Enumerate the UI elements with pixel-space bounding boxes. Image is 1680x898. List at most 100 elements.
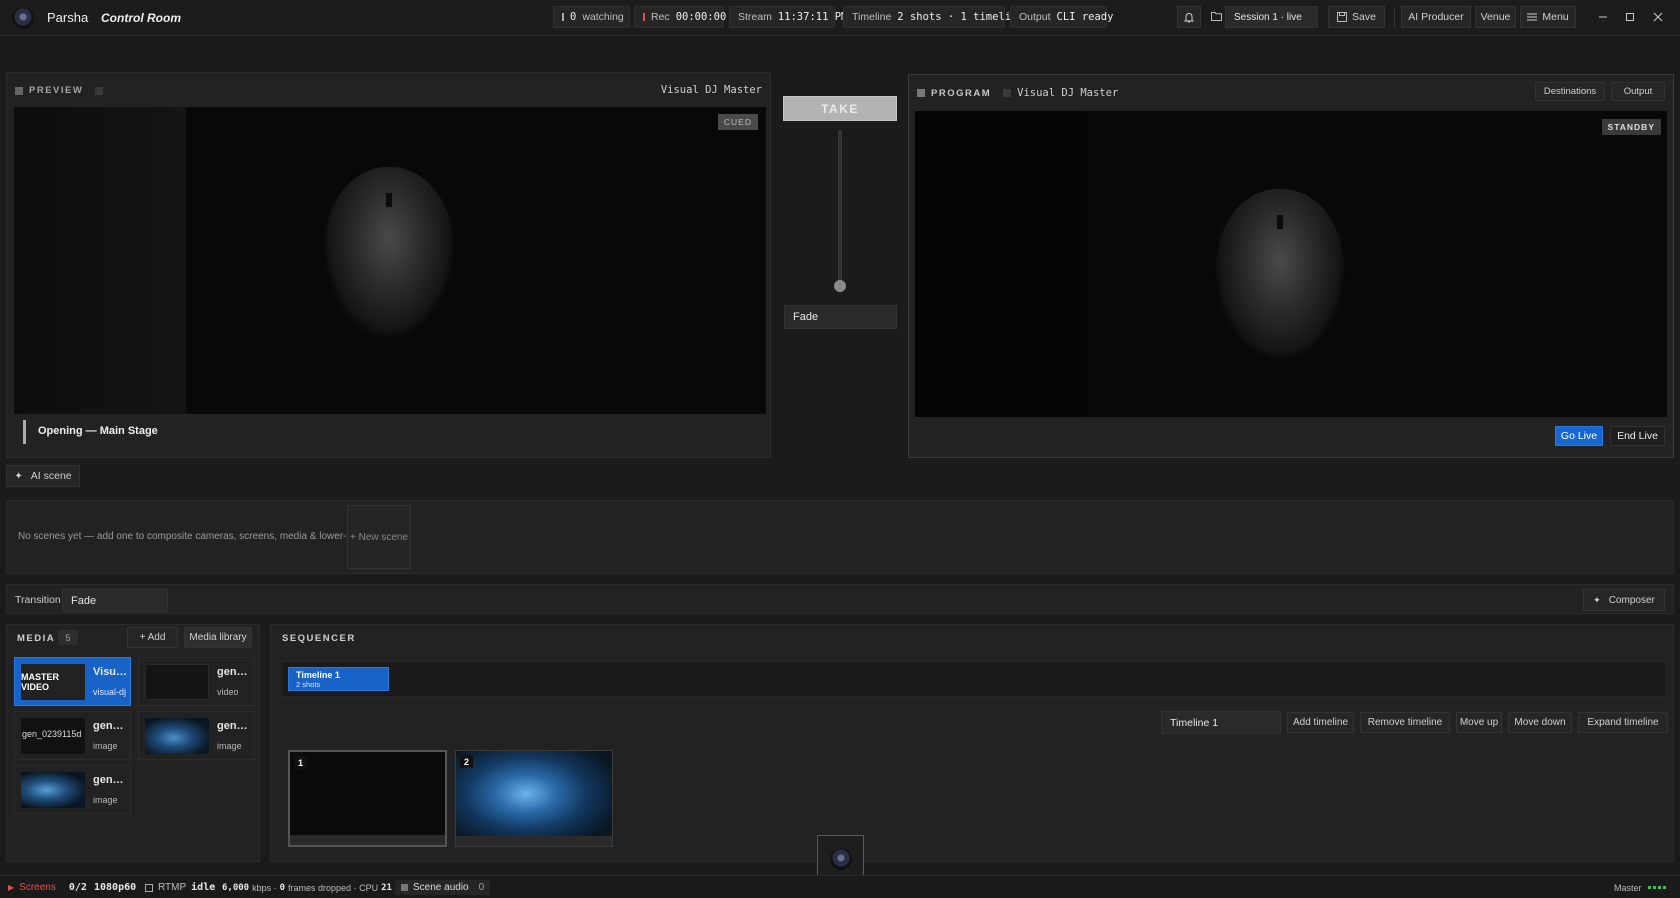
transition-type-select[interactable]: Fade (784, 305, 897, 329)
transition-label: Transition (15, 594, 61, 606)
screens-value: 0/2 (68, 882, 87, 893)
preview-source: Visual DJ Master (660, 84, 762, 96)
preview-label: PREVIEW (29, 85, 84, 96)
resolution: 1080p60 (94, 882, 137, 893)
timeline-tab[interactable]: Timeline 1 2 shots (288, 667, 389, 691)
timeline-chip: Timeline 2 shots · 1 timeline (843, 6, 1024, 28)
media-item[interactable]: gen… video (138, 657, 255, 706)
timeline-name-input[interactable]: Timeline 1 (1161, 711, 1281, 734)
media-item-type: image (93, 741, 118, 751)
media-item-title: gen… (93, 774, 124, 786)
new-scene-button[interactable]: + New scene (347, 505, 411, 569)
move-down-button[interactable]: Move down (1508, 712, 1572, 733)
program-video[interactable]: STANDBY (915, 111, 1667, 417)
avatar-icon (830, 848, 852, 870)
output-value: CLI ready (1056, 11, 1114, 23)
session-select[interactable]: Session 1 · live (1225, 6, 1318, 28)
stream-stats: 6,000 kbps · 0 frames dropped · CPU 21% (222, 882, 403, 893)
add-timeline-button[interactable]: Add timeline (1287, 712, 1354, 733)
stream-time: 11:37:11 PM (777, 11, 848, 23)
maximize-icon[interactable] (1622, 6, 1638, 28)
media-item[interactable]: MASTER VIDEO Visu… visual-dj (14, 657, 131, 706)
preview-toggle[interactable] (95, 86, 104, 95)
output-label: Output (1019, 11, 1051, 23)
transition-row: Transition Fade ✦ Composer (6, 584, 1674, 614)
media-item-title: Visu… (93, 666, 128, 678)
go-live-button[interactable]: Go Live (1555, 426, 1603, 446)
ai-scene-button[interactable]: ✦ AI scene (6, 465, 80, 487)
remove-timeline-button[interactable]: Remove timeline (1360, 712, 1450, 733)
menu-button[interactable]: Menu (1520, 6, 1576, 28)
save-button[interactable]: Save (1328, 6, 1385, 28)
viewers-icon (562, 13, 564, 21)
record-icon (643, 13, 645, 21)
venue-button[interactable]: Venue (1475, 6, 1516, 28)
shot-card[interactable]: 2 (455, 750, 613, 847)
stream-chip: Stream 11:37:11 PM (729, 6, 847, 28)
close-icon[interactable] (1650, 6, 1666, 28)
media-item[interactable]: gen_0239115d gen… image (14, 711, 131, 760)
program-toggle[interactable] (1003, 89, 1012, 97)
rec-chip[interactable]: Rec 00:00:00 (634, 6, 726, 28)
media-item-type: image (93, 795, 118, 805)
timeline-tab-name: Timeline 1 (296, 670, 340, 680)
timeline-strip: Timeline 1 2 shots (281, 661, 1667, 697)
media-item-type: image (217, 741, 242, 751)
transition-select[interactable]: Fade (62, 589, 168, 612)
media-thumbnail (145, 664, 209, 700)
menu-label: Menu (1542, 11, 1569, 23)
media-thumbnail (145, 718, 209, 754)
media-item-title: gen… (217, 720, 248, 732)
take-button[interactable]: TAKE (783, 96, 897, 121)
move-up-button[interactable]: Move up (1456, 712, 1502, 733)
room-title: Control Room (101, 11, 181, 25)
divider (1394, 8, 1395, 28)
no-scenes-text: No scenes yet — add one to composite cam… (18, 531, 374, 542)
stream-label: Stream (738, 11, 772, 23)
top-bar: Parsha Control Room 0 watching Rec 00:00… (0, 0, 1680, 36)
media-count-badge: 5 (58, 630, 78, 645)
media-item-title: gen… (217, 666, 248, 678)
sparkle-icon: ✦ (14, 470, 23, 482)
watching-label: watching (582, 11, 624, 23)
media-title: MEDIA (17, 633, 56, 644)
composer-button[interactable]: ✦ Composer (1583, 589, 1665, 611)
ai-producer-button[interactable]: AI Producer (1401, 6, 1471, 28)
media-item[interactable]: gen… image (138, 711, 255, 760)
media-item[interactable]: gen… image (14, 765, 131, 814)
program-label: PROGRAM (931, 87, 992, 99)
ai-scene-label: AI scene (30, 470, 72, 482)
destinations-button[interactable]: Destinations (1535, 82, 1605, 101)
shot-number: 2 (460, 755, 473, 768)
program-panel: PROGRAM Visual DJ Master Destinations Ou… (908, 74, 1674, 458)
timeline-tab-shots: 2 shots (296, 680, 321, 689)
sparkle-icon: ✦ (1593, 594, 1601, 605)
t-bar-track[interactable] (838, 130, 842, 288)
media-library-button[interactable]: Media library (184, 627, 252, 648)
preview-video[interactable]: CUED (14, 107, 766, 414)
scenes-panel: No scenes yet — add one to composite cam… (6, 500, 1674, 574)
media-panel: MEDIA 5 + Add Media library MASTER VIDEO… (6, 624, 260, 862)
shot-card[interactable]: 1 (288, 750, 447, 847)
preview-panel: PREVIEW Visual DJ Master CUED Opening — … (6, 72, 771, 458)
media-item-title: gen… (93, 720, 124, 732)
preview-indicator-icon (15, 86, 23, 95)
standby-badge: STANDBY (1601, 119, 1661, 135)
notifications-button[interactable] (1177, 6, 1201, 28)
media-item-type: visual-dj (93, 687, 127, 697)
output-button[interactable]: Output (1611, 82, 1665, 101)
program-source: Visual DJ Master (1017, 87, 1119, 99)
rec-label: Rec (651, 11, 670, 23)
scene-audio[interactable]: Scene audio 0 (395, 880, 491, 895)
t-bar-handle[interactable] (834, 280, 846, 292)
end-live-button[interactable]: End Live (1610, 426, 1665, 446)
screens-status[interactable]: ▶ Screens 0/2 (8, 880, 87, 895)
program-frame-image (1215, 189, 1345, 359)
add-media-button[interactable]: + Add (127, 627, 178, 648)
rtmp-status[interactable]: RTMP idle (145, 880, 215, 895)
minimize-icon[interactable] (1595, 6, 1611, 28)
watching-chip: 0 watching (553, 6, 630, 28)
output-chip: Output CLI ready (1010, 6, 1113, 28)
rtmp-label: RTMP (158, 882, 187, 893)
expand-timeline-button[interactable]: Expand timeline (1578, 712, 1668, 733)
